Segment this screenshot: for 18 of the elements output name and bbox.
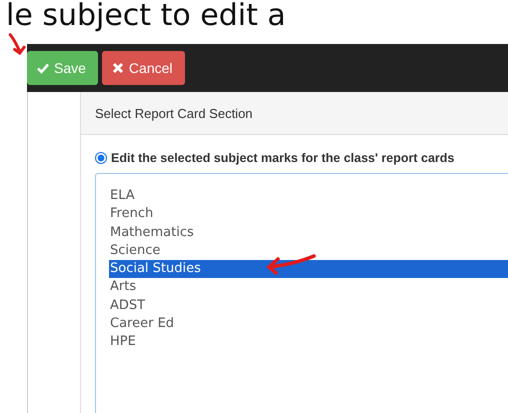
radio-button[interactable] (95, 152, 107, 164)
subject-listbox[interactable]: ELA French Mathematics Science Social Studies Arts ADST Career Ed HPE (95, 173, 508, 413)
panel-title: Select Report Card Section (95, 106, 253, 120)
option-label: Edit the selected subject marks for the class' report cards (111, 151, 454, 165)
subject-option[interactable]: Arts (109, 278, 508, 297)
subject-option[interactable]: ELA (109, 187, 508, 206)
subject-option[interactable]: ADST (109, 296, 508, 316)
annotation-arrow (264, 253, 318, 275)
subject-option[interactable]: French (109, 205, 508, 224)
subject-option[interactable]: Social Studies (109, 260, 508, 278)
subject-option[interactable]: Science (109, 242, 508, 260)
checkmark-icon (37, 62, 49, 74)
cancel-button[interactable]: Cancel (102, 51, 185, 85)
close-icon (112, 62, 124, 74)
subject-option[interactable]: Mathematics (109, 224, 508, 242)
subject-option[interactable]: Career Ed (109, 315, 508, 334)
caption-text: le subject to edit a (6, 0, 286, 32)
subject-option[interactable]: HPE (109, 333, 508, 352)
